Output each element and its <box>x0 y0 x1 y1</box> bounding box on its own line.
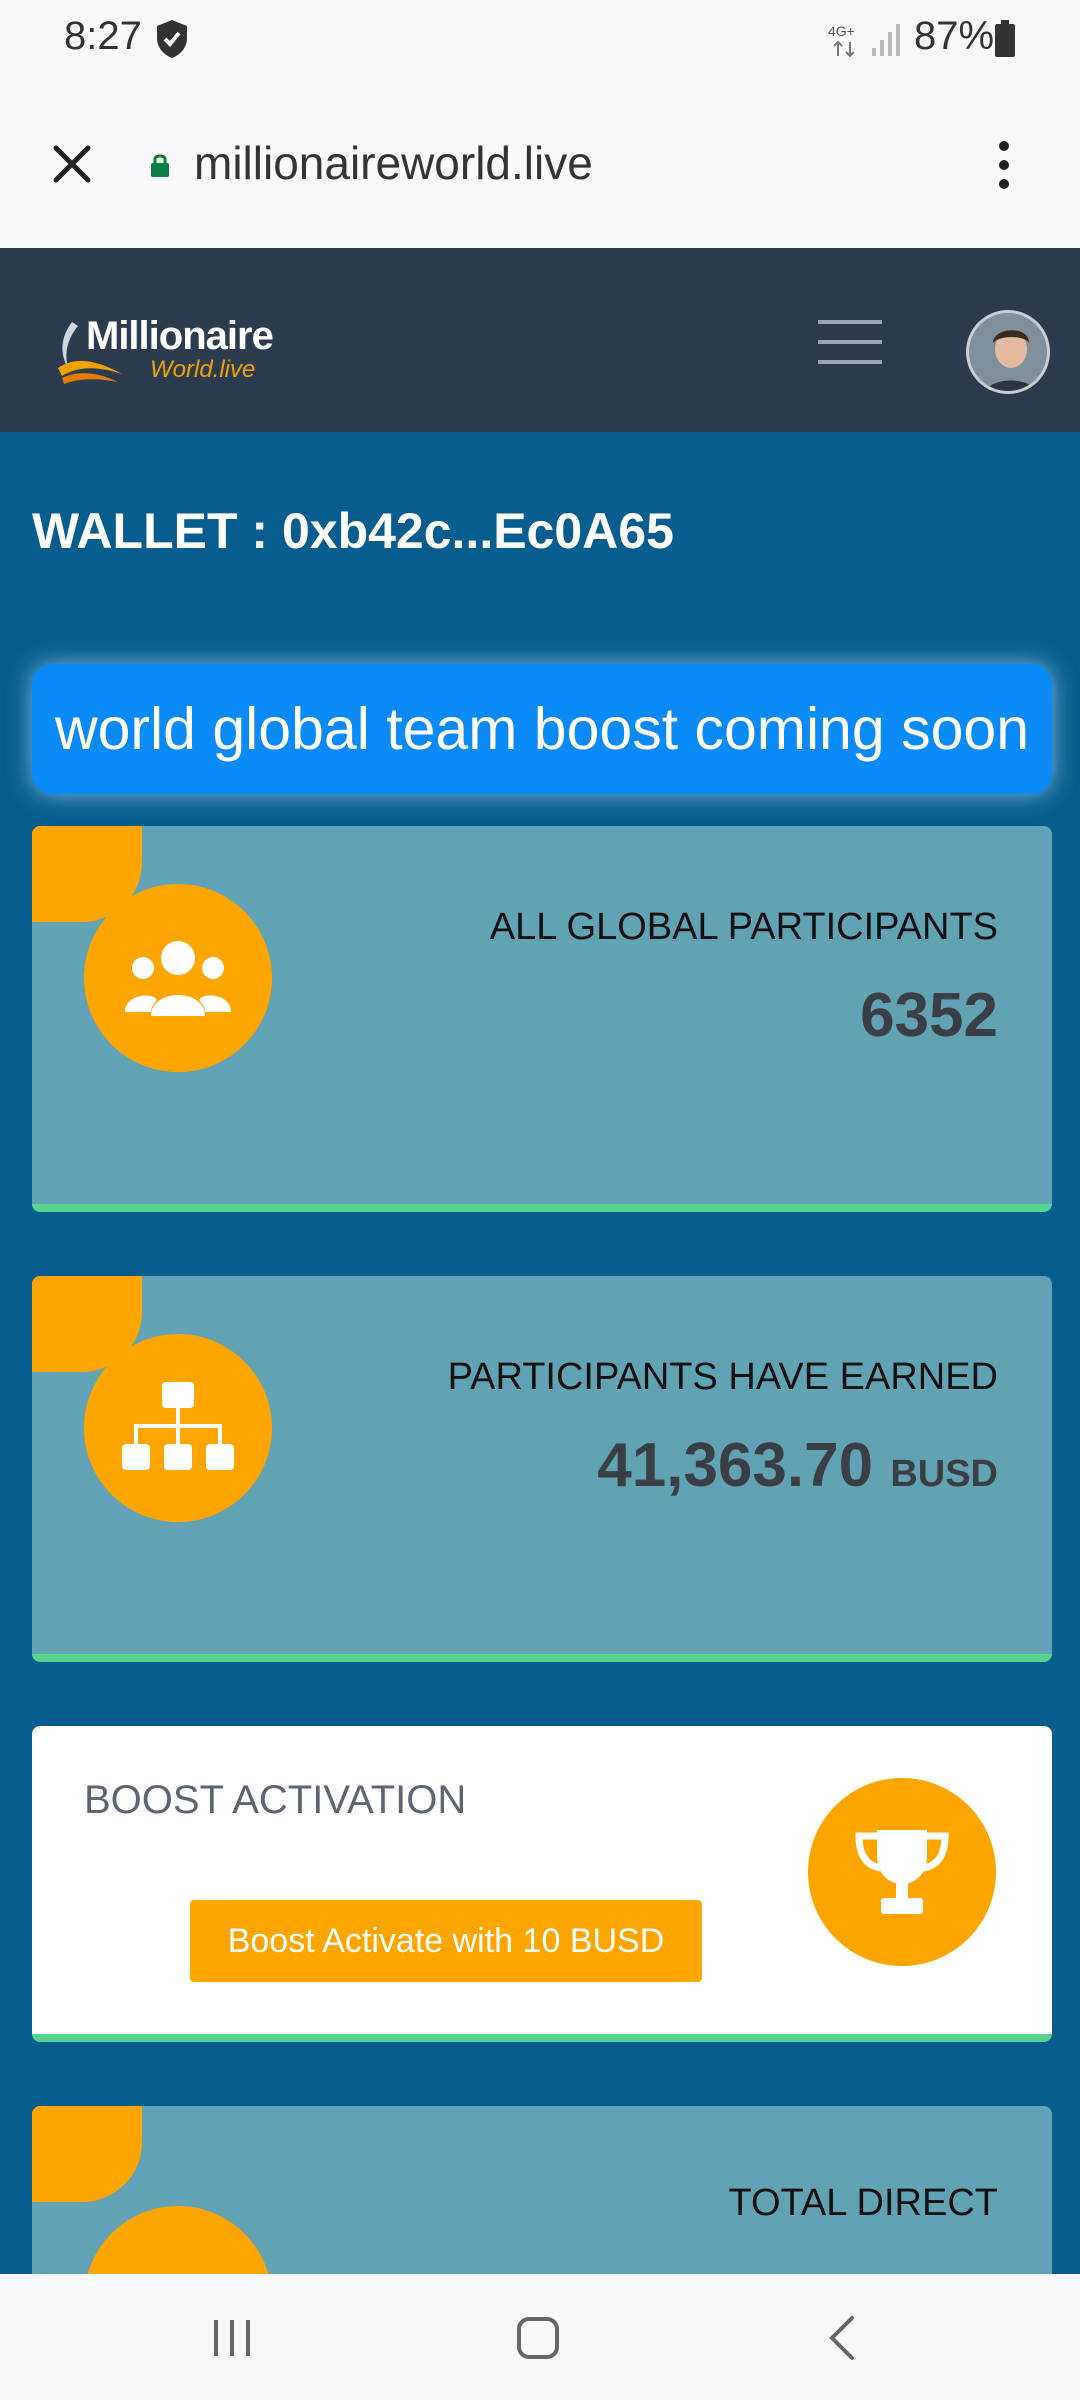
card-icon-circle <box>808 1778 996 1966</box>
site-header: Millionaire World.live <box>0 248 1080 432</box>
participants-title: ALL GLOBAL PARTICIPANTS <box>489 906 998 948</box>
lock-icon <box>151 154 169 177</box>
close-icon[interactable] <box>48 140 96 188</box>
battery-icon <box>995 20 1015 57</box>
network-icon <box>122 1382 234 1470</box>
wallet-address: WALLET : 0xb42c...Ec0A65 <box>32 503 674 559</box>
boost-activate-button[interactable]: Boost Activate with 10 BUSD <box>190 1900 702 1982</box>
site-logo[interactable]: Millionaire World.live <box>52 314 312 384</box>
boost-card: BOOST ACTIVATION Boost Activate with 10 … <box>32 1726 1052 2042</box>
card-corner-decoration <box>32 2106 142 2202</box>
card-icon-circle <box>84 884 272 1072</box>
earned-value: 41,363.70 BUSD <box>597 1430 998 1501</box>
status-time: 8:27 <box>64 14 142 58</box>
system-nav-bar <box>0 2274 1080 2400</box>
svg-text:4G+: 4G+ <box>828 23 855 39</box>
recents-icon[interactable] <box>210 2316 254 2360</box>
boost-title: BOOST ACTIVATION <box>84 1778 467 1822</box>
users-icon <box>125 941 231 1016</box>
earned-unit: BUSD <box>890 1453 998 1495</box>
shield-icon <box>157 20 187 58</box>
home-icon[interactable] <box>514 2314 562 2362</box>
browser-toolbar: millionaireworld.live <box>0 80 1080 248</box>
direct-title: TOTAL DIRECT <box>728 2182 998 2224</box>
avatar-portrait-icon <box>969 313 1047 391</box>
earned-amount: 41,363.70 <box>597 1431 874 1500</box>
url-text[interactable]: millionaireworld.live <box>194 136 593 190</box>
participants-card: ALL GLOBAL PARTICIPANTS 6352 <box>32 826 1052 1212</box>
announcement-banner: world global team boost coming soon <box>32 664 1052 794</box>
trophy-icon <box>855 1830 949 1914</box>
more-options-icon[interactable] <box>992 140 1016 190</box>
earned-title: PARTICIPANTS HAVE EARNED <box>447 1356 998 1398</box>
network-type-icon: 4G+ <box>828 23 855 58</box>
signal-icon <box>872 24 900 56</box>
battery-percent: 87% <box>914 14 995 58</box>
logo-text-secondary: World.live <box>150 356 256 383</box>
back-icon[interactable] <box>824 2314 860 2362</box>
card-icon-circle <box>84 1334 272 1522</box>
hamburger-menu-icon[interactable] <box>818 320 882 364</box>
earned-card: PARTICIPANTS HAVE EARNED 41,363.70 BUSD <box>32 1276 1052 1662</box>
participants-value: 6352 <box>860 981 998 1050</box>
avatar[interactable] <box>966 310 1050 394</box>
status-bar: 8:27 4G+ 87% <box>0 0 1080 80</box>
logo-text-primary: Millionaire <box>86 314 274 358</box>
